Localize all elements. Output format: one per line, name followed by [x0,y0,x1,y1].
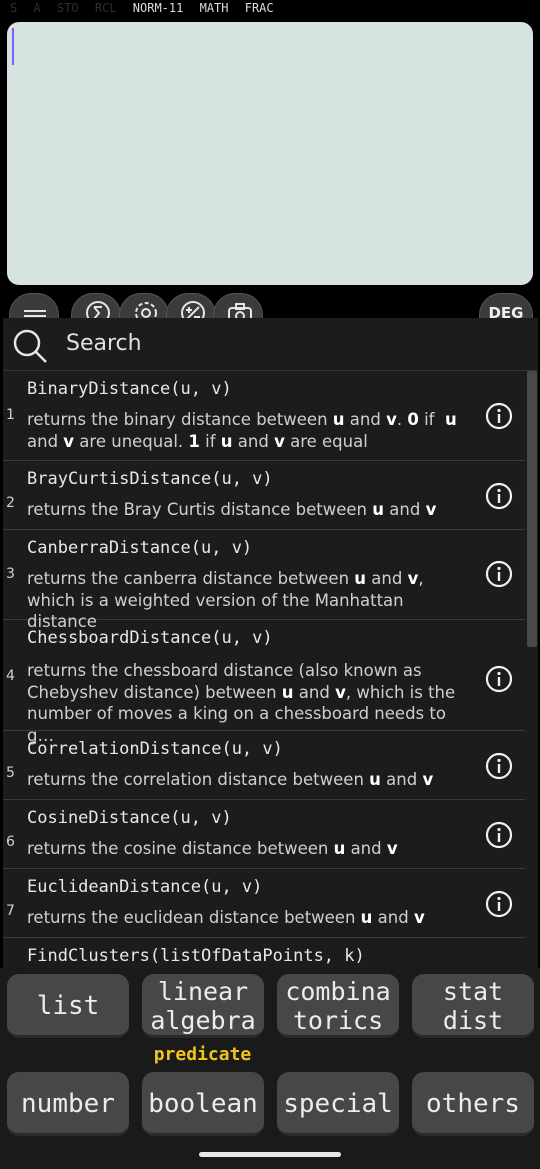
row-index: 2 [6,495,15,511]
search-input[interactable]: Search [66,331,142,356]
function-row-bray-curtis-distance[interactable]: 2 BrayCurtisDistance(u, v) returns the B… [3,461,525,530]
row-index: 5 [6,765,15,781]
function-description: returns the binary distance between u an… [27,410,457,451]
row-index: 7 [6,903,15,919]
key-combinatorics[interactable]: combina torics [277,974,399,1038]
row-index: 1 [6,407,15,423]
key-linear-algebra[interactable]: linear algebra [142,974,264,1038]
menu-icon [24,310,46,317]
function-signature: CosineDistance(u, v) [27,808,232,828]
camera-icon [228,303,252,318]
row-index: 6 [6,834,15,850]
function-catalog-panel: Search 1 BinaryDistance(u, v) returns th… [3,318,538,968]
key-label: boolean [148,1089,258,1119]
sigma-button[interactable] [71,293,121,318]
sigma-icon [86,301,110,318]
function-description: returns the Bray Curtis distance between… [27,500,437,519]
toolbar: DEG [0,290,540,318]
search-icon [13,329,47,363]
info-icon[interactable] [485,890,513,918]
key-label: number [21,1089,115,1119]
indicator-store: STO [56,1,79,15]
function-signature: CanberraDistance(u, v) [27,538,253,558]
function-row-canberra-distance[interactable]: 3 CanberraDistance(u, v) returns the can… [3,530,525,631]
plus-minus-button[interactable] [166,293,216,318]
function-row-find-clusters[interactable]: FindClusters(listOfDataPoints, k) [3,938,525,968]
menu-button[interactable] [9,293,59,318]
key-label-line2: torics [292,1006,384,1035]
settings-button[interactable] [119,293,169,318]
settings-icon [135,302,157,318]
key-label-line1: combina [285,977,391,1006]
calculator-display[interactable] [7,22,533,285]
function-description: returns the cosine distance between u an… [27,839,398,858]
info-icon[interactable] [485,752,513,780]
key-label-line2: dist [442,1006,504,1035]
info-icon[interactable] [485,665,513,693]
search-bar[interactable]: Search [3,318,538,371]
info-icon[interactable] [485,560,513,588]
info-icon[interactable] [485,821,513,849]
function-signature: EuclideanDistance(u, v) [27,877,263,897]
indicator-alpha: A [33,1,41,15]
key-boolean[interactable]: boolean [142,1072,264,1136]
key-number[interactable]: number [7,1072,129,1136]
indicator-fraction-mode: FRAC [244,1,274,15]
row-index: 4 [6,668,15,684]
function-row-chessboard-distance[interactable]: 4 ChessboardDistance(u, v) returns the c… [3,620,525,745]
function-row-euclidean-distance[interactable]: 7 EuclideanDistance(u, v) returns the eu… [3,869,525,938]
key-label: special [283,1089,393,1119]
info-icon[interactable] [485,402,513,430]
function-row-correlation-distance[interactable]: 5 CorrelationDistance(u, v) returns the … [3,731,525,800]
indicator-math-mode: MATH [199,1,229,15]
info-icon[interactable] [485,482,513,510]
function-signature: CorrelationDistance(u, v) [27,739,283,759]
key-others[interactable]: others [412,1072,534,1136]
key-label: others [426,1089,520,1119]
key-label: list [36,991,100,1021]
function-signature: ChessboardDistance(u, v) [27,628,273,648]
indicator-shift: S [10,1,18,15]
function-signature: BrayCurtisDistance(u, v) [27,469,273,489]
camera-button[interactable] [213,293,263,318]
key-label-line1: linear [157,977,249,1006]
key-stat-dist[interactable]: stat dist [412,974,534,1038]
status-bar: S A STO RCL NORM-11 MATH FRAC [0,0,540,18]
key-label-line1: stat [442,977,504,1006]
function-description: returns the correlation distance between… [27,770,434,789]
key-special[interactable]: special [277,1072,399,1136]
plus-minus-icon [181,301,205,318]
indicator-number-format: NORM-11 [132,1,184,15]
function-signature: BinaryDistance(u, v) [27,379,232,399]
category-keypad: list linear algebra combina torics stat … [0,968,540,1169]
shift-label-predicate: predicate [153,1044,252,1065]
key-list[interactable]: list [7,974,129,1038]
angle-mode-button[interactable]: DEG [479,293,533,318]
key-label-line2: algebra [150,1006,256,1035]
text-cursor [12,28,14,65]
row-index: 3 [6,566,15,582]
function-row-binary-distance[interactable]: 1 BinaryDistance(u, v) returns the binar… [3,371,525,461]
home-indicator[interactable] [199,1152,341,1157]
function-row-cosine-distance[interactable]: 6 CosineDistance(u, v) returns the cosin… [3,800,525,869]
function-signature: FindClusters(listOfDataPoints, k) [27,946,365,966]
list-scrollbar[interactable] [527,371,537,647]
function-description: returns the euclidean distance between u… [27,908,425,927]
indicator-recall: RCL [94,1,117,15]
